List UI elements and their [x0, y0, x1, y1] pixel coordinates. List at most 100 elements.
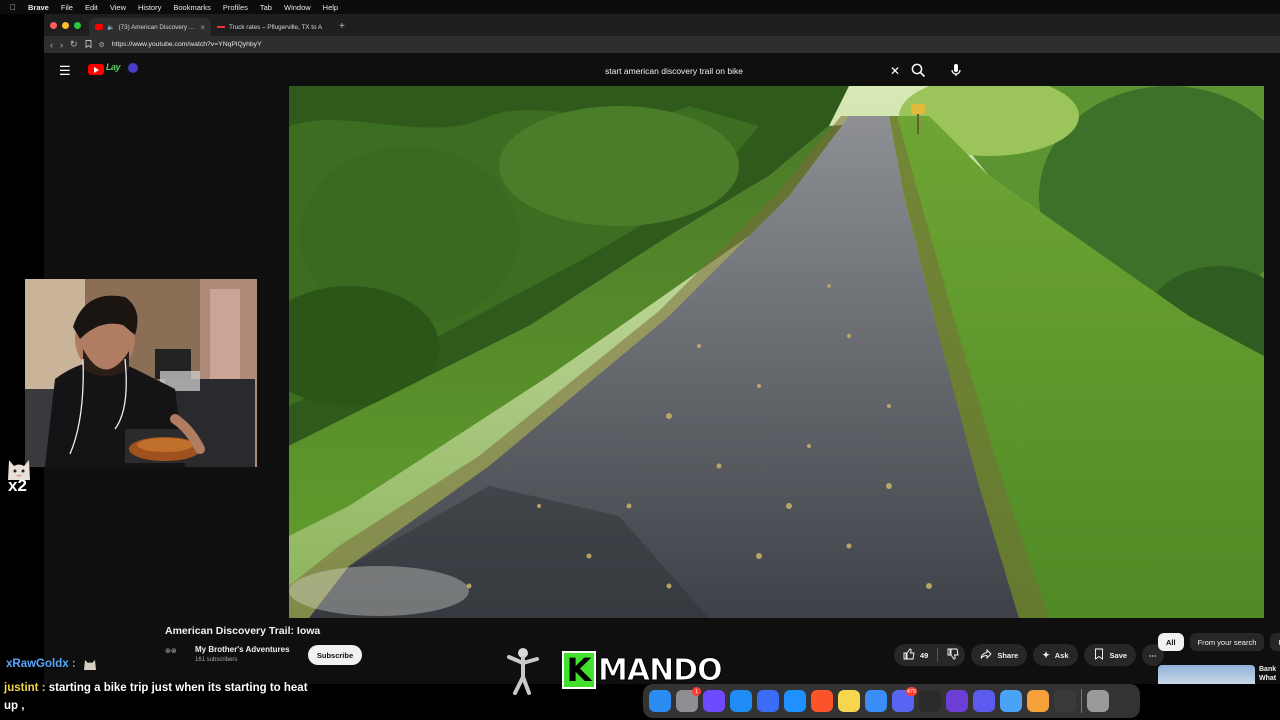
menu-file[interactable]: File	[61, 3, 73, 12]
like-count[interactable]: 49	[920, 651, 928, 660]
clear-search-icon[interactable]: ✕	[890, 64, 900, 78]
minimize-window-button[interactable]	[62, 22, 69, 29]
reload-icon[interactable]: ↻	[70, 39, 78, 50]
subscribe-button[interactable]: Subscribe	[308, 645, 362, 665]
menu-tab[interactable]: Tab	[260, 3, 272, 12]
channel-avatar-icon[interactable]: ⊛⊛	[165, 647, 187, 661]
youtube-masthead: ☰ Lay start american discovery trail on …	[44, 53, 1280, 87]
video-player[interactable]	[289, 86, 1264, 618]
address-bar[interactable]: https://www.youtube.com/watch?v=YNqPlQyh…	[112, 41, 262, 48]
like-dislike-group: 49	[894, 644, 966, 666]
discord-icon[interactable]: 479	[892, 687, 917, 712]
save-button[interactable]: Save	[1083, 644, 1137, 666]
close-tab-icon[interactable]: ×	[200, 23, 205, 32]
ask-button[interactable]: ✦ Ask	[1033, 644, 1078, 666]
search-input[interactable]: start american discovery trail on bike	[605, 66, 890, 76]
share-icon	[980, 648, 992, 662]
chat-username: xRawGoldx :	[6, 658, 76, 671]
dock-badge: 1	[692, 687, 701, 696]
menubar-app-name[interactable]: Brave	[28, 3, 49, 12]
channel-subscriber-count: 161 subscribers	[195, 657, 238, 663]
save-icon	[1093, 648, 1105, 662]
close-window-button[interactable]	[50, 22, 57, 29]
zoom-window-button[interactable]	[74, 22, 81, 29]
tab-youtube[interactable]: 🔈 (73) American Discovery Trai ×	[89, 18, 211, 36]
truck-favicon-icon	[217, 26, 225, 28]
vlc-icon[interactable]	[1027, 690, 1049, 712]
forward-icon[interactable]: ›	[60, 40, 63, 50]
share-button[interactable]: Share	[971, 644, 1028, 666]
logo-k: K	[562, 651, 596, 689]
screen:  Brave File Edit View History Bookmarks…	[0, 0, 1280, 720]
hamburger-menu-icon[interactable]: ☰	[59, 63, 71, 79]
chat-username: justint :	[4, 682, 46, 694]
obs-icon[interactable]	[1054, 690, 1076, 712]
emote-multiplier: x2	[8, 476, 27, 495]
like-icon[interactable]	[903, 648, 915, 662]
proton-vpn-icon[interactable]	[703, 690, 725, 712]
like-divider	[937, 648, 939, 662]
macos-menubar:  Brave File Edit View History Bookmarks…	[0, 0, 1280, 14]
save-label: Save	[1109, 650, 1128, 660]
menu-view[interactable]: View	[110, 3, 126, 12]
share-label: Share	[997, 650, 1019, 660]
finder-2-icon[interactable]	[1000, 690, 1022, 712]
arc-icon[interactable]	[757, 690, 779, 712]
menu-profiles[interactable]: Profiles	[223, 3, 248, 12]
menu-help[interactable]: Help	[323, 3, 338, 12]
dancing-figure-icon	[505, 645, 541, 695]
apple-icon[interactable]: 	[10, 3, 16, 12]
back-icon[interactable]: ‹	[50, 40, 53, 50]
webcam-overlay	[25, 279, 257, 467]
youtube-doodle[interactable]: Lay	[106, 62, 121, 72]
search-icon[interactable]	[910, 62, 928, 80]
brave-icon[interactable]	[811, 690, 833, 712]
window-controls	[50, 22, 81, 29]
video-title: American Discovery Trail: Iowa	[165, 625, 321, 637]
youtube-favicon-icon	[95, 24, 103, 30]
microphone-icon[interactable]	[948, 62, 966, 80]
ask-label: Ask	[1054, 650, 1069, 660]
tab-title: Truck rates – Pflugerville, TX to A	[229, 23, 323, 31]
macos-dock: 1 479	[643, 684, 1140, 718]
sparkle-icon: ✦	[1042, 649, 1050, 660]
mail-icon[interactable]	[865, 690, 887, 712]
bookmark-icon[interactable]	[85, 39, 92, 50]
chip-more[interactable]: Fr	[1270, 633, 1280, 651]
doodle-globe-icon	[128, 63, 138, 73]
activity-monitor-icon[interactable]	[919, 690, 941, 712]
dislike-icon[interactable]	[947, 648, 959, 662]
system-settings-icon[interactable]: 1	[676, 687, 701, 712]
app-store-icon[interactable]	[730, 690, 752, 712]
finder-icon[interactable]	[649, 690, 671, 712]
dock-separator	[1081, 689, 1082, 713]
menu-bookmarks[interactable]: Bookmarks	[173, 3, 211, 12]
site-info-icon[interactable]: ⚙	[99, 41, 105, 49]
chip-from-your-search[interactable]: From your search	[1189, 633, 1265, 651]
chat-text: up ,	[4, 700, 25, 712]
video-frame	[289, 86, 1264, 618]
chip-all[interactable]: All	[1158, 633, 1184, 651]
recommended-video-thumbnail[interactable]	[1158, 665, 1255, 684]
channel-name[interactable]: My Brother's Adventures	[195, 645, 290, 654]
webcam-feed	[25, 279, 257, 467]
launchpad-icon[interactable]	[973, 690, 995, 712]
trash-icon[interactable]	[1087, 690, 1109, 712]
speaker-icon[interactable]: 🔈	[107, 24, 114, 31]
notes-icon[interactable]	[838, 690, 860, 712]
video-actions: 49 Share ✦ Ask Save ⋯	[894, 644, 1164, 666]
menu-edit[interactable]: Edit	[85, 3, 98, 12]
search-box[interactable]: start american discovery trail on bike ✕	[590, 58, 908, 84]
menu-history[interactable]: History	[138, 3, 161, 12]
recommended-video-title[interactable]: Bank What	[1259, 665, 1280, 683]
safari-icon[interactable]	[784, 690, 806, 712]
new-tab-icon[interactable]: +	[339, 21, 345, 32]
tab-strip: 🔈 (73) American Discovery Trai × Truck r…	[44, 14, 1280, 36]
more-icon: ⋯	[1149, 650, 1157, 660]
menu-window[interactable]: Window	[284, 3, 311, 12]
iew-icon[interactable]	[946, 690, 968, 712]
youtube-logo-icon[interactable]	[88, 64, 104, 75]
dock-badge: 479	[905, 687, 917, 696]
tab-truck-rates[interactable]: Truck rates – Pflugerville, TX to A	[211, 18, 333, 36]
recommendation-chips: All From your search Fr	[1158, 633, 1280, 651]
